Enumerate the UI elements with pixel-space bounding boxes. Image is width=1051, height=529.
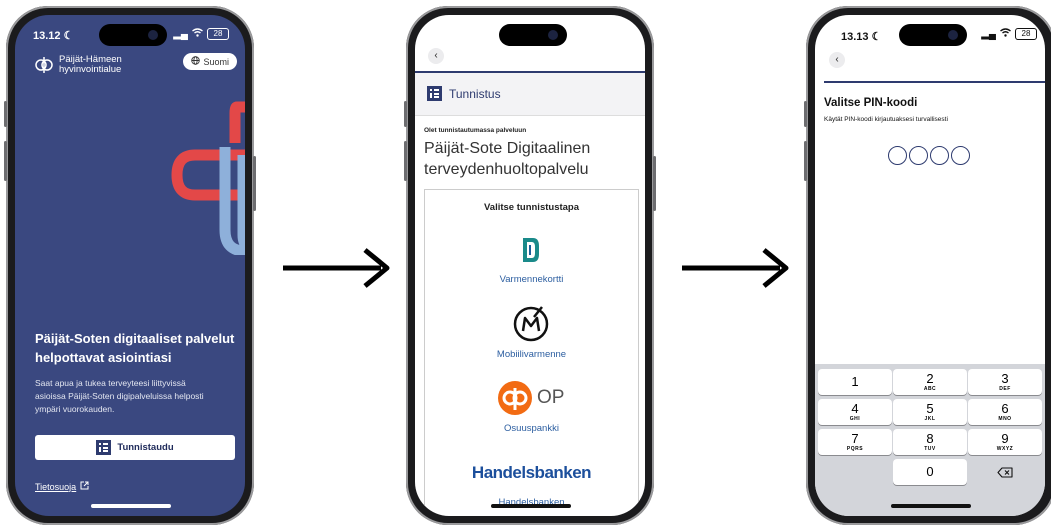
key-letters: GHI: [849, 416, 861, 422]
key-6[interactable]: 6 MNO: [968, 399, 1042, 425]
key-digit: 6: [1001, 401, 1009, 416]
provider-mobiilivarmenne[interactable]: Mobiilivarmenne: [425, 349, 638, 360]
choose-method-title: Valitse tunnistustapa: [483, 202, 580, 213]
battery-icon: 28: [207, 28, 229, 40]
key-digit: 9: [1001, 431, 1009, 446]
key-letters: ABC: [923, 386, 937, 392]
handelsbanken-logo[interactable]: Handelsbanken: [425, 463, 638, 483]
org-logo: Päijät-Hämeen hyvinvointialue: [35, 55, 122, 75]
key-7[interactable]: 7 PQRS: [818, 429, 892, 455]
welcome-headline: Päijät-Soten digitaaliset palvelut helpo…: [35, 331, 235, 365]
key-letters: MNO: [998, 416, 1012, 422]
arrow-right-icon: [682, 248, 789, 288]
battery-icon: 28: [1015, 28, 1037, 40]
provider-osuuspankki[interactable]: Osuuspankki: [425, 423, 638, 434]
key-9[interactable]: 9 WXYZ: [968, 429, 1042, 455]
language-button[interactable]: Suomi: [183, 53, 237, 70]
pin-setup-screen: 13.13 ☾ ▂▄ 28 ‹ Valitse PIN-koodi Käytät…: [815, 15, 1045, 516]
key-1[interactable]: 1: [818, 369, 892, 395]
key-digit: 1: [851, 374, 859, 389]
provider-varmennekortti[interactable]: Varmennekortti: [425, 274, 638, 285]
logo-text-line2: hyvinvointialue: [59, 64, 122, 75]
dynamic-island: [99, 24, 167, 46]
key-letters: PQRS: [846, 446, 864, 452]
arrow-right-icon: [283, 248, 390, 288]
key-letters: JKL: [924, 416, 936, 422]
dynamic-island: [499, 24, 567, 46]
status-time: 13.13 ☾: [841, 31, 882, 43]
pin-title: Valitse PIN-koodi: [824, 97, 918, 109]
key-letters: TUV: [924, 446, 936, 452]
tunnistus-logo-icon: [96, 440, 112, 455]
privacy-link[interactable]: Tietosuoja: [35, 481, 89, 492]
key-0[interactable]: 0: [893, 459, 967, 485]
phone-frame-1: 13.12 ☾ ▂▄ 28 Päijät-Hämeen hyvinvointia…: [4, 6, 256, 525]
moon-icon: ☾: [63, 30, 74, 42]
identify-button-label: Tunnistaudu: [117, 442, 174, 453]
back-button[interactable]: ‹: [829, 52, 845, 68]
key-5[interactable]: 5 JKL: [893, 399, 967, 425]
key-2[interactable]: 2 ABC: [893, 369, 967, 395]
language-label: Suomi: [203, 56, 229, 67]
home-indicator: [891, 504, 971, 508]
pin-subtitle: Käytät PIN-koodi kirjautuaksesi turvalli…: [824, 116, 948, 123]
key-3[interactable]: 3 DEF: [968, 369, 1042, 395]
pin-dot: [930, 146, 949, 165]
pin-indicator: [888, 146, 970, 165]
key-digit: 3: [1001, 371, 1009, 386]
key-digit: 4: [851, 401, 859, 416]
wifi-icon: [1000, 28, 1011, 40]
numeric-keypad: 1 2 ABC 3 DEF 4 GHI 5 JKL 6 MNO 7 PQRS 8 TUV 9 WXYZ 0: [815, 364, 1045, 516]
method-selection-box: Valitse tunnistustapa Varmennekortti Mob…: [424, 189, 639, 516]
key-digit: 7: [851, 431, 859, 446]
tunnistus-title: Tunnistus: [449, 87, 501, 101]
key-4[interactable]: 4 GHI: [818, 399, 892, 425]
card-certificate-icon[interactable]: [521, 236, 541, 264]
home-indicator: [491, 504, 571, 508]
key-digit: 5: [926, 401, 934, 416]
tunnistus-header: Tunnistus: [415, 73, 645, 116]
authentication-screen: ‹ Tunnistus Olet tunnistautumassa palvel…: [415, 15, 645, 516]
key-8[interactable]: 8 TUV: [893, 429, 967, 455]
pin-dot: [951, 146, 970, 165]
welcome-screen: 13.12 ☾ ▂▄ 28 Päijät-Hämeen hyvinvointia…: [15, 15, 245, 516]
status-icons: ▂▄ 28: [173, 28, 229, 40]
pin-dot: [909, 146, 928, 165]
identify-button[interactable]: Tunnistaudu: [35, 435, 235, 460]
pin-dot: [888, 146, 907, 165]
header-divider: [824, 81, 1045, 83]
op-bank-logo[interactable]: OP: [497, 380, 564, 416]
external-link-icon: [80, 481, 89, 492]
service-name: Päijät-Sote Digitaalinen terveydenhuolto…: [424, 140, 591, 178]
op-bank-icon: [498, 381, 532, 415]
welcome-body-text: Saat apua ja tukea terveyteesi liittyvis…: [35, 378, 204, 414]
key-digit: 2: [926, 371, 934, 386]
signal-icon: ▂▄: [173, 28, 188, 40]
decorative-shape: [171, 101, 245, 255]
moon-icon: ☾: [871, 31, 882, 43]
service-intro: Olet tunnistautumassa palveluun: [424, 127, 527, 134]
backspace-icon: [997, 466, 1013, 478]
key-digit: 8: [926, 431, 934, 446]
signal-icon: ▂▄: [981, 28, 996, 40]
wifi-icon: [192, 28, 203, 40]
tunnistus-logo-icon: [427, 86, 442, 101]
key-letters: WXYZ: [996, 446, 1014, 452]
back-button[interactable]: ‹: [428, 48, 444, 64]
key-letters: DEF: [999, 386, 1011, 392]
key-digit: 0: [926, 464, 934, 479]
delete-key[interactable]: [968, 459, 1042, 485]
org-logo-icon: [35, 57, 53, 73]
globe-icon: [191, 56, 201, 67]
home-indicator: [91, 504, 171, 508]
status-icons: ▂▄ 28: [981, 28, 1037, 40]
mobile-certificate-icon[interactable]: [512, 305, 550, 343]
status-time: 13.12 ☾: [33, 30, 74, 42]
dynamic-island: [899, 24, 967, 46]
phone-frame-2: ‹ Tunnistus Olet tunnistautumassa palvel…: [404, 6, 656, 525]
phone-frame-3: 13.13 ☾ ▂▄ 28 ‹ Valitse PIN-koodi Käytät…: [804, 6, 1051, 525]
